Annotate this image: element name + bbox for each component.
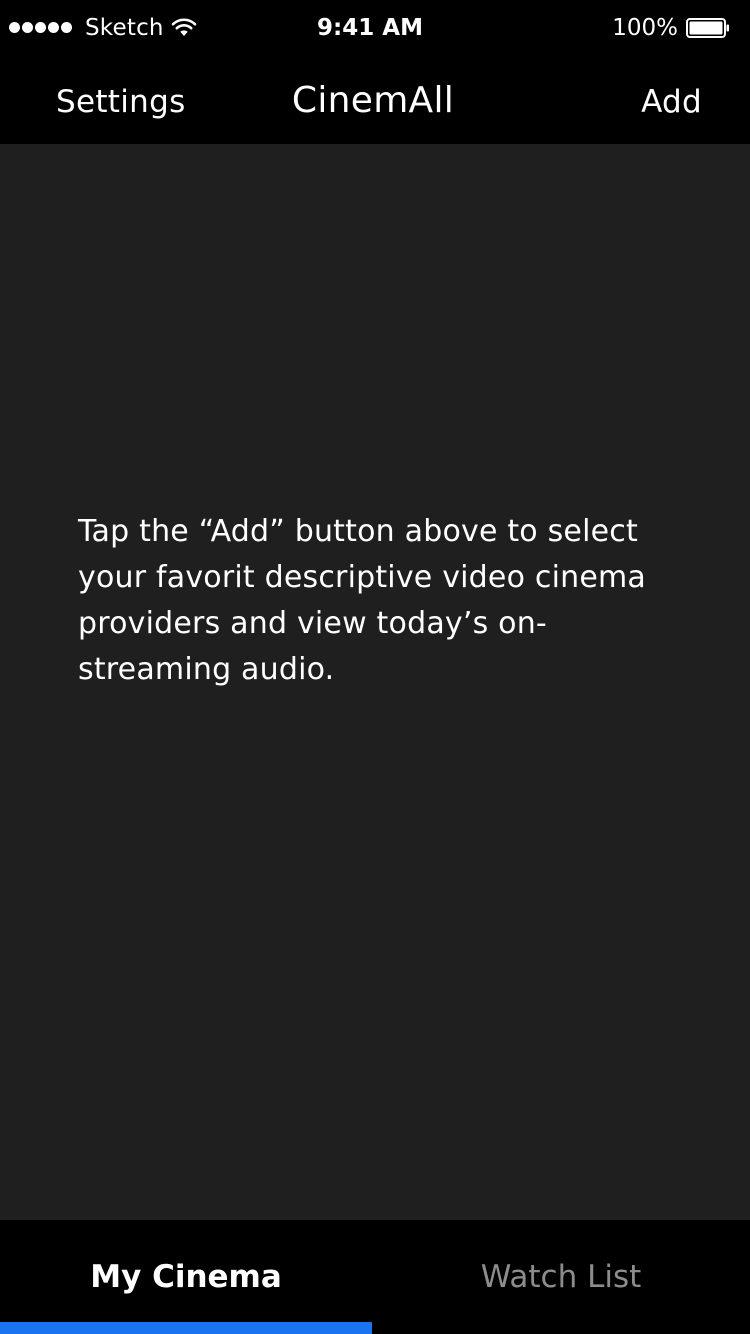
- status-bar: Sketch 9:41 AM 100%: [0, 0, 750, 56]
- tab-my-cinema[interactable]: My Cinema: [0, 1220, 372, 1334]
- tab-my-cinema-label: My Cinema: [90, 1259, 282, 1295]
- navigation-bar: Settings CinemAll Add: [0, 56, 750, 144]
- empty-state-message: Tap the “Add” button above to select you…: [78, 514, 646, 687]
- tab-bar: My Cinema Watch List: [0, 1220, 750, 1334]
- tab-watch-list[interactable]: Watch List: [372, 1220, 750, 1334]
- app-title: CinemAll: [291, 80, 455, 121]
- add-button[interactable]: Add: [641, 82, 702, 122]
- tab-selected-indicator: [0, 1322, 372, 1334]
- main-content: Tap the “Add” button above to select you…: [0, 144, 750, 1220]
- battery-percent: 100%: [612, 15, 678, 41]
- tab-watch-list-label: Watch List: [480, 1259, 642, 1295]
- battery-icon: [686, 18, 729, 38]
